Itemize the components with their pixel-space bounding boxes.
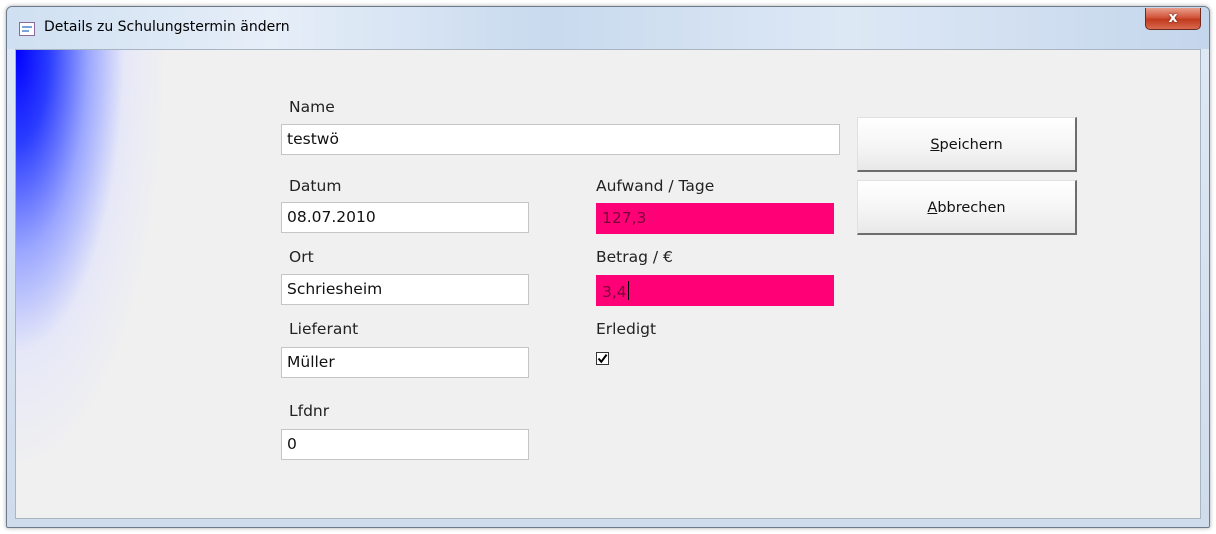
lieferant-field[interactable]: Müller [281,347,529,378]
close-button[interactable]: x [1145,8,1201,30]
betrag-label: Betrag / € [596,248,673,266]
aufwand-field[interactable]: 127,3 [596,203,834,234]
title-bar[interactable]: Details zu Schulungstermin ändern x [7,7,1209,49]
aufwand-label: Aufwand / Tage [596,177,715,195]
datum-field[interactable]: 08.07.2010 [281,202,529,233]
betrag-value: 3,4 [602,283,627,301]
lieferant-label: Lieferant [289,320,359,338]
cancel-button-label: Abbrechen [858,181,1075,236]
name-label: Name [289,98,335,116]
dialog-window: Details zu Schulungstermin ändern x Name… [6,6,1210,528]
datum-label: Datum [289,177,342,195]
form-area: Name testwö Datum 08.07.2010 Ort Schries… [15,49,1201,519]
save-button-label: Speichern [858,118,1075,173]
window-title: Details zu Schulungstermin ändern [44,19,290,35]
lfdnr-label: Lfdnr [289,402,330,420]
save-label-rest: peichern [939,137,1003,153]
name-field[interactable]: testwö [281,124,840,155]
ort-label: Ort [289,248,314,266]
betrag-field[interactable]: 3,4 [596,275,834,306]
cancel-button[interactable]: Abbrechen [857,180,1077,235]
checkmark-icon [597,354,608,364]
save-access-key: S [930,137,940,153]
decorative-gradient [16,50,226,480]
erledigt-checkbox[interactable] [596,352,609,365]
lfdnr-field[interactable]: 0 [281,429,529,460]
cancel-access-key: A [927,200,938,216]
erledigt-label: Erledigt [596,320,657,338]
text-caret [627,281,629,300]
save-button[interactable]: Speichern [857,117,1077,172]
ort-field[interactable]: Schriesheim [281,274,529,305]
form-window-icon [19,22,35,36]
cancel-label-rest: bbrechen [937,200,1006,216]
close-icon: x [1168,10,1178,26]
